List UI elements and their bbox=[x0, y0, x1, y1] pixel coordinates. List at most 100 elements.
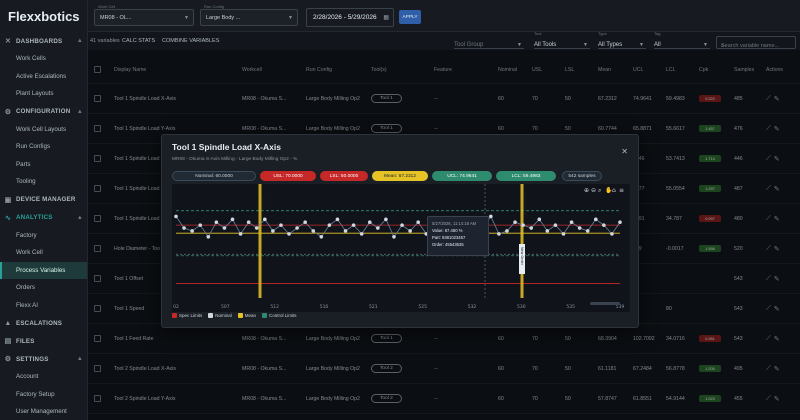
chart-legend: Spec Limits Nominal Mean Control Limits bbox=[172, 313, 297, 318]
menu-icon[interactable]: ≡ bbox=[619, 187, 624, 194]
data-point bbox=[376, 226, 380, 230]
data-point bbox=[545, 229, 550, 233]
type-select[interactable]: Type All Types ▼ bbox=[598, 31, 646, 49]
combine-variables-button[interactable]: COMBINE VARIABLES bbox=[162, 38, 219, 44]
data-point bbox=[561, 232, 566, 236]
nav-item-parts[interactable]: Parts bbox=[0, 156, 87, 174]
legend-mean[interactable]: Mean bbox=[237, 313, 256, 318]
modal-subtitle: MR08 - Okuma S-Axis Milling - Large Body… bbox=[172, 157, 298, 162]
runconfig-select[interactable]: Run Config Large Body ... ▼ bbox=[200, 4, 298, 26]
nav-item-user-management[interactable]: User Management bbox=[0, 403, 87, 420]
x-tick-label: 516 bbox=[320, 304, 329, 310]
nav-item-factory-setup[interactable]: Factory Setup bbox=[0, 386, 87, 404]
nav-item-factory[interactable]: Factory bbox=[0, 227, 87, 245]
x-tick-label: 512 bbox=[270, 304, 279, 310]
nav-section-analytics[interactable]: ∿ ANALYTICS ▲ bbox=[0, 209, 87, 227]
zoom-out-icon[interactable]: ⊖ bbox=[591, 187, 596, 194]
data-point bbox=[408, 229, 412, 233]
series-line bbox=[175, 215, 621, 238]
data-point bbox=[174, 214, 178, 219]
tag-select[interactable]: Tag All ▼ bbox=[654, 31, 710, 49]
nav-item-plant-layouts[interactable]: Plant Layouts bbox=[0, 85, 87, 103]
x-tick-label: 532 bbox=[468, 304, 477, 310]
nav-item-work-cells[interactable]: Work Cells bbox=[0, 50, 87, 68]
data-point bbox=[303, 220, 307, 225]
nav-item-orders[interactable]: Orders bbox=[0, 279, 87, 297]
nav-section-dashboards[interactable]: ✕ DASHBOARDS ▲ bbox=[0, 32, 87, 50]
calc-stats-button[interactable]: CALC STATS bbox=[122, 38, 155, 44]
search-icon[interactable]: ⌕ bbox=[598, 187, 601, 194]
app-logo: Flexxbotics bbox=[8, 8, 80, 24]
settings-icon: ⚙ bbox=[4, 356, 12, 363]
date-range-input[interactable]: 2/28/2026 - 5/29/2026 ▦ bbox=[306, 8, 394, 27]
chart-tooltip: 5/27/2026, 11:14:18 AM Value: 67.460 % P… bbox=[427, 216, 489, 256]
chevron-down-icon: ▼ bbox=[639, 42, 644, 48]
data-point bbox=[271, 229, 275, 233]
tool-change-marker-label: Tool Change bbox=[523, 193, 527, 217]
tool-select[interactable]: Tool All Tools ▼ bbox=[534, 31, 590, 49]
nav-item-process-variables[interactable]: Process Variables bbox=[0, 261, 87, 279]
data-point bbox=[311, 229, 316, 233]
nav-item-tooling[interactable]: Tooling bbox=[0, 173, 87, 191]
close-icon[interactable]: ✕ bbox=[621, 147, 628, 156]
home-icon[interactable]: ⌂ bbox=[612, 187, 616, 194]
nav-section-device-manager[interactable]: ▣ DEVICE MANAGER bbox=[0, 191, 87, 209]
data-point bbox=[238, 232, 243, 236]
chip-lsl: LSL: 50.0000 bbox=[320, 171, 368, 181]
data-point bbox=[602, 223, 606, 227]
chevron-down-icon: ▼ bbox=[517, 42, 522, 48]
chevron-down-icon: ▼ bbox=[703, 42, 708, 48]
chart-scrollbar bbox=[590, 302, 620, 305]
data-point bbox=[367, 220, 372, 225]
data-point bbox=[198, 223, 203, 227]
chevron-down-icon: ▼ bbox=[288, 14, 293, 21]
nav-item-work-cell[interactable]: Work Cell bbox=[0, 244, 87, 262]
legend-control-limits[interactable]: Control Limits bbox=[262, 313, 297, 318]
data-point bbox=[335, 217, 340, 222]
table-toolbar: 41 variables CALC STATS COMBINE VARIABLE… bbox=[88, 31, 800, 50]
data-point bbox=[206, 235, 211, 239]
nav-section-settings[interactable]: ⚙ SETTINGS ▲ bbox=[0, 350, 87, 368]
zoom-in-icon[interactable]: ⊕ bbox=[584, 187, 589, 194]
data-point bbox=[214, 220, 219, 225]
tool-group-select[interactable]: Tool Group ▼ bbox=[454, 36, 524, 49]
chart-modal: Tool 1 Spindle Load X-Axis ✕ MR08 - Okum… bbox=[161, 134, 639, 328]
data-point bbox=[416, 220, 420, 225]
nav-item-run-configs[interactable]: Run Configs bbox=[0, 138, 87, 156]
legend-nominal[interactable]: Nominal bbox=[208, 313, 232, 318]
data-point bbox=[569, 220, 574, 225]
calendar-icon[interactable]: ▦ bbox=[383, 14, 389, 21]
legend-spec-limits[interactable]: Spec Limits bbox=[172, 313, 202, 318]
nav-section-escalations[interactable]: ▲ ESCALATIONS bbox=[0, 314, 87, 332]
data-point bbox=[521, 223, 525, 227]
search-input[interactable]: ⌕ Search variable name... bbox=[716, 36, 796, 49]
data-point bbox=[513, 220, 517, 225]
x-tick-label: 535 bbox=[566, 304, 575, 310]
x-tick-label: 525 bbox=[418, 304, 427, 310]
data-point bbox=[319, 235, 324, 239]
file-icon: ▤ bbox=[4, 338, 12, 345]
nav-item-flexx-ai[interactable]: Flexx AI bbox=[0, 297, 87, 315]
nav-section-files[interactable]: ▤ FILES bbox=[0, 332, 87, 350]
control-chart[interactable]: ⊕ ⊖ ⌕ ✋ ⌂ ≡ Tool Wear Tool Change New Order 02 507… bbox=[172, 184, 630, 312]
data-point bbox=[577, 226, 582, 230]
data-point bbox=[254, 226, 259, 230]
x-tick-label: 02 bbox=[173, 304, 179, 310]
chip-usl: USL: 70.0000 bbox=[260, 171, 316, 181]
apply-button[interactable]: APPLY bbox=[399, 10, 421, 24]
data-point bbox=[287, 232, 291, 236]
nav-item-work-cell-layouts[interactable]: Work Cell Layouts bbox=[0, 121, 87, 139]
nav-item-account[interactable]: Account bbox=[0, 368, 87, 386]
data-point bbox=[537, 217, 542, 222]
chevron-up-icon: ▲ bbox=[76, 356, 83, 362]
data-point bbox=[327, 223, 332, 227]
data-point bbox=[279, 223, 283, 227]
workcell-select[interactable]: Work Cell MR08 - OL... ▼ bbox=[94, 4, 194, 26]
data-point bbox=[610, 232, 614, 236]
tool-wear-marker-label: Tool Wear bbox=[261, 193, 265, 212]
data-point bbox=[182, 226, 186, 230]
nav-item-active-escalations[interactable]: Active Escalations bbox=[0, 68, 87, 86]
control-chart-svg[interactable]: ⊕ ⊖ ⌕ ✋ ⌂ ≡Tool Wear Tool ChangeNew Order02 507… bbox=[172, 184, 630, 312]
data-point bbox=[359, 232, 364, 236]
nav-section-configuration[interactable]: ⚙ CONFIGURATION ▲ bbox=[0, 103, 87, 121]
